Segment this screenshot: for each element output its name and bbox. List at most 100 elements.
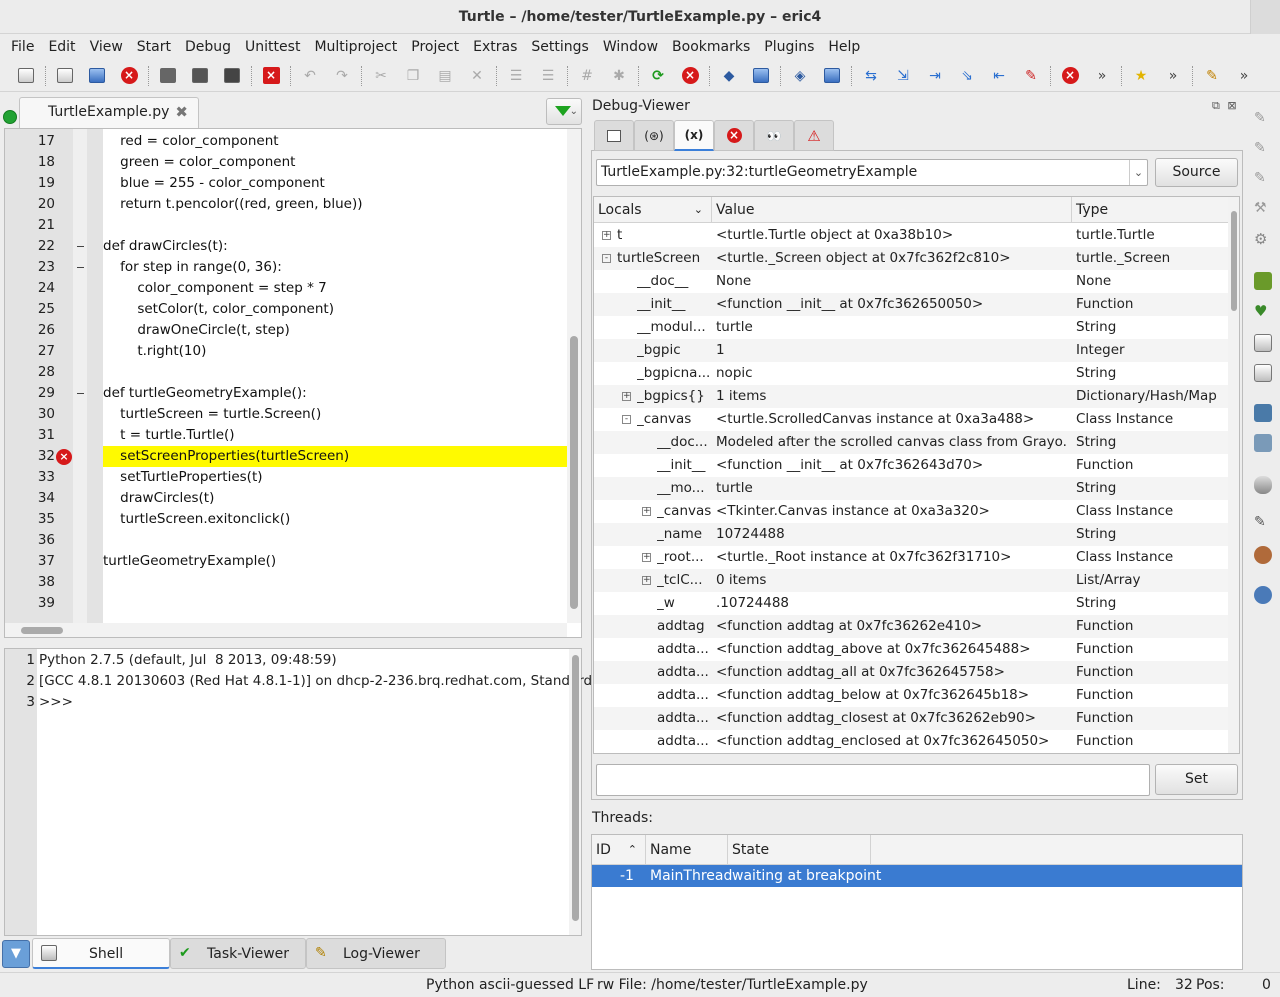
variable-row[interactable]: addtag <function addtag at 0x7fc36262e410… (594, 615, 1230, 638)
doc-check-icon[interactable] (1254, 364, 1272, 382)
variable-row[interactable]: + _tclC... 0 items List/Array (594, 569, 1230, 592)
menu-unittest[interactable]: Unittest (238, 36, 307, 58)
stop-icon[interactable]: × (678, 64, 702, 88)
tab-shell[interactable]: Shell (32, 938, 170, 969)
run-script-icon[interactable]: ◆ (717, 64, 741, 88)
single-step-icon[interactable]: ⇥ (923, 64, 947, 88)
code-line[interactable]: return t.pencolor((red, green, blue)) (103, 194, 362, 215)
variable-row[interactable]: + _canvas <Tkinter.Canvas instance at 0xa3… (594, 500, 1230, 523)
unindent-icon[interactable]: ☰ (536, 64, 560, 88)
variable-row[interactable]: __mo... turtle String (594, 477, 1230, 500)
tool-gear-icon[interactable]: ⚙ (1254, 230, 1272, 248)
column-state[interactable]: State (728, 835, 871, 865)
window-controls[interactable] (1250, 0, 1280, 34)
threads-list[interactable]: ID ⌃ Name State -1 MainThread waiting at… (591, 834, 1243, 970)
comment-icon[interactable]: # (575, 64, 599, 88)
edit-pencil-icon[interactable]: ✎ (1200, 64, 1224, 88)
expand-icon[interactable]: + (642, 507, 651, 516)
variable-row[interactable]: addta... <function addtag_above at 0x7fc3… (594, 638, 1230, 661)
save-all-icon[interactable] (220, 64, 244, 88)
column-value[interactable]: Value (712, 197, 1072, 223)
menu-window[interactable]: Window (596, 36, 665, 58)
editor-tab[interactable]: TurtleExample.py ✖ (19, 97, 199, 128)
code-line[interactable]: turtleScreen = turtle.Screen() (103, 404, 321, 425)
image-icon[interactable] (1254, 404, 1272, 422)
step-over-icon[interactable]: ⇘ (955, 64, 979, 88)
chevron-down-icon[interactable]: ⌄ (1129, 160, 1147, 185)
undo-icon[interactable]: ↶ (298, 64, 322, 88)
column-locals[interactable]: Locals ⌄ (594, 197, 712, 223)
variable-row[interactable]: _bgpic 1 Integer (594, 339, 1230, 362)
menu-plugins[interactable]: Plugins (757, 36, 821, 58)
step-out-icon[interactable]: ⇤ (987, 64, 1011, 88)
shell-line[interactable]: [GCC 4.8.1 20130603 (Red Hat 4.8.1-1)] o… (39, 671, 592, 692)
code-line[interactable]: red = color_component (103, 131, 278, 152)
variable-row[interactable]: _bgpicna... nopic String (594, 362, 1230, 385)
more-chevron-icon[interactable]: » (1090, 64, 1114, 88)
shell-line[interactable]: Python 2.7.5 (default, Jul 8 2013, 09:48… (39, 650, 337, 671)
continue-to-cursor-icon[interactable]: ⇲ (891, 64, 915, 88)
paste-icon[interactable]: ▤ (433, 64, 457, 88)
more-chevron-icon[interactable]: » (1161, 64, 1185, 88)
dock-buttons[interactable]: ⧉ ⊠ (1212, 99, 1237, 113)
indent-icon[interactable]: ☰ (504, 64, 528, 88)
variable-row[interactable]: _w .10724488 String (594, 592, 1230, 615)
close-project-icon[interactable]: × (259, 64, 283, 88)
tab-debug-exceptions[interactable]: ⚠ (794, 120, 834, 151)
bookmark-star-icon[interactable]: ★ (1129, 64, 1153, 88)
plugin-icon[interactable] (1254, 272, 1272, 290)
menu-bookmarks[interactable]: Bookmarks (665, 36, 757, 58)
column-name[interactable]: Name (646, 835, 728, 865)
variable-row[interactable]: - turtleScreen <turtle._Screen object at 0… (594, 247, 1230, 270)
editor-tab-list-button[interactable]: ⌄ (546, 98, 582, 125)
variable-row[interactable]: __doc... Modeled after the scrolled canva… (594, 431, 1230, 454)
variable-row[interactable]: __init__ <function __init__ at 0x7fc36265… (594, 293, 1230, 316)
menu-edit[interactable]: Edit (41, 36, 82, 58)
more-chevron-icon[interactable]: » (1232, 64, 1256, 88)
menu-project[interactable]: Project (404, 36, 466, 58)
variable-row[interactable]: addta... <function addtag_closest at 0x7f… (594, 707, 1230, 730)
tab-debug-watchpoints[interactable]: 👀 (754, 120, 794, 151)
variable-row[interactable]: addta... <function addtag_below at 0x7fc3… (594, 684, 1230, 707)
code-line[interactable]: drawCircles(t) (103, 488, 214, 509)
expand-icon[interactable]: + (642, 576, 651, 585)
note-pencil-icon[interactable]: ✎ (1254, 514, 1272, 532)
users-icon[interactable] (1254, 586, 1272, 604)
code-line[interactable]: turtleGeometryExample() (103, 551, 276, 572)
fold-marker-icon[interactable] (77, 267, 84, 268)
uncomment-icon[interactable]: ✱ (607, 64, 631, 88)
collapse-icon[interactable]: - (602, 254, 611, 263)
source-button[interactable]: Source (1155, 158, 1238, 187)
editor-horizontal-scroll-thumb[interactable] (21, 627, 63, 634)
code-line[interactable]: setColor(t, color_component) (103, 299, 334, 320)
variable-row[interactable]: + _bgpics{} 1 items Dictionary/Hash/Map (594, 385, 1230, 408)
redo-icon[interactable]: ↷ (330, 64, 354, 88)
menu-help[interactable]: Help (821, 36, 867, 58)
variable-row[interactable]: _name 10724488 String (594, 523, 1230, 546)
tool-marker-icon[interactable]: ✎ (1254, 170, 1272, 188)
tool-wrench-icon[interactable]: ⚒ (1254, 200, 1272, 218)
database-icon[interactable] (1254, 476, 1272, 494)
expand-icon[interactable]: + (622, 392, 631, 401)
close-dock-icon[interactable]: ⊠ (1227, 99, 1236, 112)
code-line[interactable]: t = turtle.Turtle() (103, 425, 234, 446)
code-line[interactable]: green = color_component (103, 152, 295, 173)
tab-debug-breakpoints[interactable]: × (714, 120, 754, 151)
filter-funnel-icon[interactable]: ▼ (2, 940, 30, 968)
save-as-icon[interactable] (188, 64, 212, 88)
user-icon[interactable] (1254, 546, 1272, 564)
column-id[interactable]: ID ⌃ (592, 835, 646, 865)
fold-margin[interactable] (73, 129, 87, 623)
menu-file[interactable]: File (4, 36, 41, 58)
code-editor[interactable]: × 17 red = color_component 18 green = col… (4, 128, 582, 638)
code-line[interactable]: def drawCircles(t): (103, 236, 228, 257)
menu-extras[interactable]: Extras (466, 36, 524, 58)
copy-icon[interactable]: ❐ (401, 64, 425, 88)
shell-line[interactable]: >>> (39, 692, 73, 713)
variable-row[interactable]: __init__ <function __init__ at 0x7fc36264… (594, 454, 1230, 477)
debug-project-icon[interactable] (820, 64, 844, 88)
clear-icon[interactable]: ✕ (465, 64, 489, 88)
debug-script-icon[interactable]: ◈ (788, 64, 812, 88)
variable-value-input[interactable] (596, 764, 1150, 796)
python-shell[interactable]: 1 Python 2.7.5 (default, Jul 8 2013, 09:4… (4, 648, 592, 936)
